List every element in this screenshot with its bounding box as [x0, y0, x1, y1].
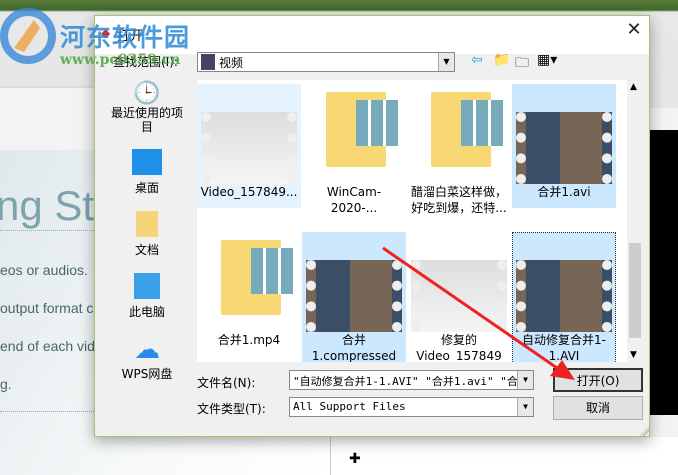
file-name: 合并1.mp4 [217, 333, 281, 347]
file-name: Video_157849... [200, 185, 298, 199]
file-name: 合并1.avi [537, 185, 591, 199]
documents-icon [136, 211, 158, 237]
add-icon[interactable]: ✚ [349, 451, 361, 467]
scroll-down-icon[interactable]: ▼ [630, 350, 637, 360]
place-this-pc[interactable]: 此电脑 [101, 262, 193, 324]
new-folder-icon[interactable]: 🗀 [515, 52, 529, 76]
filename-value: "自动修复合并1-1.AVI" "合并1.avi" "合并 [293, 375, 529, 388]
app-text-line: g. [0, 376, 12, 392]
resize-grip[interactable] [639, 426, 649, 436]
look-in-value: 视频 [219, 55, 244, 70]
app-text-line: end of each vid [0, 338, 95, 354]
place-label: 桌面 [134, 181, 159, 195]
watermark-title: 河东软件园 [60, 23, 191, 52]
file-name: 合并1.compressed [311, 333, 397, 362]
video-thumbnail [516, 260, 612, 332]
place-recent[interactable]: 🕒 最近使用的项目 [101, 78, 193, 138]
app-bottom-panel: ✚ [330, 437, 678, 475]
chevron-down-icon[interactable]: ▼ [517, 398, 533, 416]
place-desktop[interactable]: 桌面 [101, 138, 193, 200]
up-folder-icon[interactable]: 📁 [493, 52, 510, 68]
divider [0, 230, 100, 231]
desktop-icon [132, 149, 162, 175]
back-icon[interactable]: ⇦ [471, 52, 483, 68]
clock-icon: 🕒 [133, 81, 161, 106]
divider [0, 411, 100, 412]
folder-item[interactable]: 合并1.mp4 [197, 232, 301, 356]
vertical-scrollbar[interactable]: ▲ ▼ [627, 80, 643, 362]
scrollbar-thumb[interactable] [629, 243, 641, 338]
look-in-select[interactable]: 视频 ▼ [197, 52, 455, 72]
video-thumbnail [411, 260, 507, 332]
cancel-button[interactable]: 取消 [553, 396, 643, 420]
folder-icon [326, 92, 400, 167]
file-item[interactable]: 合并1.compressed [302, 232, 406, 362]
place-label: 文档 [134, 243, 159, 257]
filename-input[interactable]: "自动修复合并1-1.AVI" "合并1.avi" "合并 ▼ [289, 370, 534, 390]
video-folder-icon [201, 54, 215, 70]
filename-label: 文件名(N): [197, 376, 256, 390]
folder-icon [431, 92, 505, 167]
file-name: 自动修复合并1-1.AVI [522, 333, 606, 362]
file-name: 修复的Video_157849 [416, 333, 502, 362]
open-file-dialog: ◆ 打开 ✕ 查找范围(I): 视频 ▼ ⇦ 📁 🗀 ▦▾ 🕒 最近使用的项目 桌… [94, 15, 650, 437]
app-text-line: output format c [0, 300, 94, 316]
close-button[interactable]: ✕ [621, 19, 647, 43]
open-button[interactable]: 打开(O) [553, 368, 643, 392]
watermark-url: www.pc0359.cn [60, 52, 181, 68]
view-menu-icon[interactable]: ▦▾ [537, 52, 557, 68]
watermark-logo-icon [0, 8, 56, 64]
chevron-down-icon[interactable]: ▼ [438, 53, 454, 71]
folder-item[interactable]: WinCam-2020-... [302, 84, 406, 215]
watermark: 河东软件园 www.pc0359.cn [0, 8, 189, 73]
place-wps-drive[interactable]: ☁ WPS网盘 [101, 324, 193, 386]
video-thumbnail [516, 112, 612, 184]
video-thumbnail [306, 260, 402, 332]
place-documents[interactable]: 文档 [101, 200, 193, 262]
filetype-select[interactable]: All Support Files ▼ [289, 397, 534, 417]
file-item[interactable]: 合并1.avi [512, 84, 616, 208]
video-preview [650, 130, 678, 415]
file-list: Video_157849... WinCam-2020-... 醋溜白菜这样做，… [197, 80, 627, 362]
folder-icon [221, 240, 295, 315]
file-item[interactable]: 自动修复合并1-1.AVI [512, 232, 616, 362]
video-thumbnail [201, 112, 297, 184]
computer-icon [134, 273, 160, 299]
places-bar: 🕒 最近使用的项目 桌面 文档 此电脑 ☁ WPS网盘 [101, 78, 193, 386]
app-toolbar-right [650, 78, 678, 108]
folder-item[interactable]: 醋溜白菜这样做，好吃到爆，还特... [407, 84, 511, 215]
place-label: 此电脑 [128, 305, 165, 319]
filetype-value: All Support Files [293, 400, 406, 413]
file-name: 醋溜白菜这样做，好吃到爆，还特... [410, 185, 507, 215]
place-label: 最近使用的项目 [110, 106, 183, 134]
file-item[interactable]: Video_157849... [197, 84, 301, 208]
file-item[interactable]: 修复的Video_157849 [407, 232, 511, 362]
filetype-label: 文件类型(T): [197, 402, 266, 416]
place-label: WPS网盘 [121, 367, 173, 381]
app-text-line: eos or audios. [0, 262, 88, 278]
cloud-icon: ☁ [134, 335, 160, 365]
chevron-down-icon[interactable]: ▼ [517, 371, 533, 389]
file-name: WinCam-2020-... [326, 185, 382, 215]
scroll-up-icon[interactable]: ▲ [630, 82, 637, 92]
